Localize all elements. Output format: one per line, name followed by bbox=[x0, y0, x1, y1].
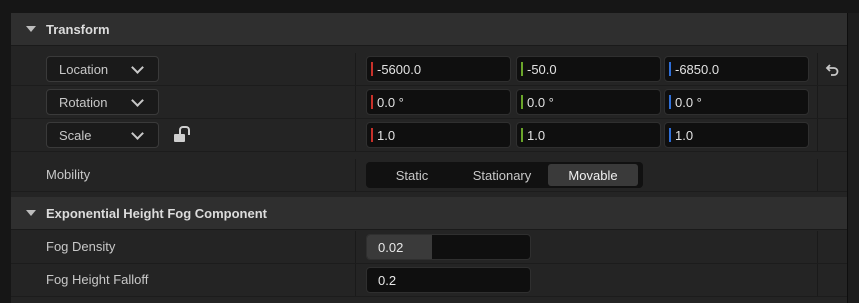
transform-section-title: Transform bbox=[46, 21, 110, 37]
rotation-x-value: 0.0 ° bbox=[377, 94, 404, 110]
column-divider bbox=[355, 53, 356, 85]
chevron-down-icon bbox=[131, 127, 144, 140]
fog-section-header[interactable]: Exponential Height Fog Component bbox=[11, 197, 847, 230]
mobility-option-stationary[interactable]: Stationary bbox=[456, 164, 548, 186]
mobility-segmented-control: Static Stationary Movable bbox=[366, 162, 643, 188]
location-x-field[interactable]: -5600.0 bbox=[366, 56, 511, 82]
column-divider bbox=[355, 264, 356, 296]
scale-dropdown-label: Scale bbox=[59, 127, 92, 143]
scale-x-value: 1.0 bbox=[377, 127, 396, 143]
location-y-value: -50.0 bbox=[527, 61, 557, 77]
scale-x-field[interactable]: 1.0 bbox=[366, 122, 511, 148]
fog-falloff-slider[interactable]: 0.2 bbox=[366, 267, 531, 293]
column-divider bbox=[817, 264, 818, 296]
chevron-down-icon bbox=[131, 61, 144, 74]
fog-falloff-row: Fog Height Falloff 0.2 bbox=[11, 264, 847, 297]
scale-y-field[interactable]: 1.0 bbox=[516, 122, 661, 148]
rotation-dropdown[interactable]: Rotation bbox=[46, 89, 159, 115]
unlocked-padlock-icon[interactable] bbox=[174, 126, 190, 143]
y-axis-marker bbox=[521, 62, 523, 76]
location-x-value: -5600.0 bbox=[377, 61, 422, 77]
x-axis-marker bbox=[371, 62, 373, 76]
fog-density-value: 0.02 bbox=[378, 240, 404, 255]
column-divider bbox=[817, 119, 818, 151]
chevron-down-icon bbox=[131, 94, 144, 107]
fog-density-row: Fog Density 0.02 bbox=[11, 231, 847, 264]
rotation-z-value: 0.0 ° bbox=[675, 94, 702, 110]
column-divider bbox=[355, 86, 356, 118]
y-axis-marker bbox=[521, 95, 523, 109]
scale-z-value: 1.0 bbox=[675, 127, 694, 143]
location-dropdown[interactable]: Location bbox=[46, 56, 159, 82]
fog-falloff-value: 0.2 bbox=[378, 273, 397, 288]
column-divider bbox=[355, 159, 356, 191]
column-divider bbox=[355, 119, 356, 151]
column-divider bbox=[355, 231, 356, 263]
x-axis-marker bbox=[371, 128, 373, 142]
location-row: Location -5600.0 -50.0 -6850.0 bbox=[11, 53, 847, 86]
transform-section-header[interactable]: Transform bbox=[11, 13, 847, 46]
reset-arrow-icon[interactable] bbox=[824, 62, 840, 78]
rotation-row: Rotation 0.0 ° 0.0 ° 0.0 ° bbox=[11, 86, 847, 119]
fog-falloff-label: Fog Height Falloff bbox=[46, 272, 149, 287]
details-panel: Transform Location -5600.0 -50.0 -6850.0… bbox=[11, 13, 847, 303]
y-axis-marker bbox=[521, 128, 523, 142]
mobility-row: Mobility Static Stationary Movable bbox=[11, 159, 847, 192]
rotation-y-field[interactable]: 0.0 ° bbox=[516, 89, 661, 115]
z-axis-marker bbox=[669, 95, 671, 109]
column-divider bbox=[817, 231, 818, 263]
scale-z-field[interactable]: 1.0 bbox=[664, 122, 809, 148]
z-axis-marker bbox=[669, 128, 671, 142]
mobility-label: Mobility bbox=[46, 167, 91, 182]
column-divider bbox=[817, 86, 818, 118]
triangle-down-icon[interactable] bbox=[26, 26, 36, 32]
rotation-dropdown-label: Rotation bbox=[59, 94, 108, 110]
scale-y-value: 1.0 bbox=[527, 127, 546, 143]
rotation-z-field[interactable]: 0.0 ° bbox=[664, 89, 809, 115]
rotation-y-value: 0.0 ° bbox=[527, 94, 554, 110]
panel-scrollbar[interactable] bbox=[847, 13, 859, 303]
mobility-option-static[interactable]: Static bbox=[368, 164, 456, 186]
scale-row: Scale 1.0 1.0 1.0 bbox=[11, 119, 847, 152]
triangle-down-icon[interactable] bbox=[26, 210, 36, 216]
fog-density-slider[interactable]: 0.02 bbox=[366, 234, 531, 260]
location-y-field[interactable]: -50.0 bbox=[516, 56, 661, 82]
location-dropdown-label: Location bbox=[59, 61, 109, 77]
mobility-option-movable[interactable]: Movable bbox=[548, 164, 638, 186]
scale-dropdown[interactable]: Scale bbox=[46, 122, 159, 148]
location-z-field[interactable]: -6850.0 bbox=[664, 56, 809, 82]
fog-density-label: Fog Density bbox=[46, 239, 116, 254]
rotation-x-field[interactable]: 0.0 ° bbox=[366, 89, 511, 115]
x-axis-marker bbox=[371, 95, 373, 109]
column-divider bbox=[817, 159, 818, 191]
column-divider bbox=[817, 53, 818, 85]
z-axis-marker bbox=[669, 62, 671, 76]
location-z-value: -6850.0 bbox=[675, 61, 720, 77]
fog-section-title: Exponential Height Fog Component bbox=[46, 205, 267, 221]
